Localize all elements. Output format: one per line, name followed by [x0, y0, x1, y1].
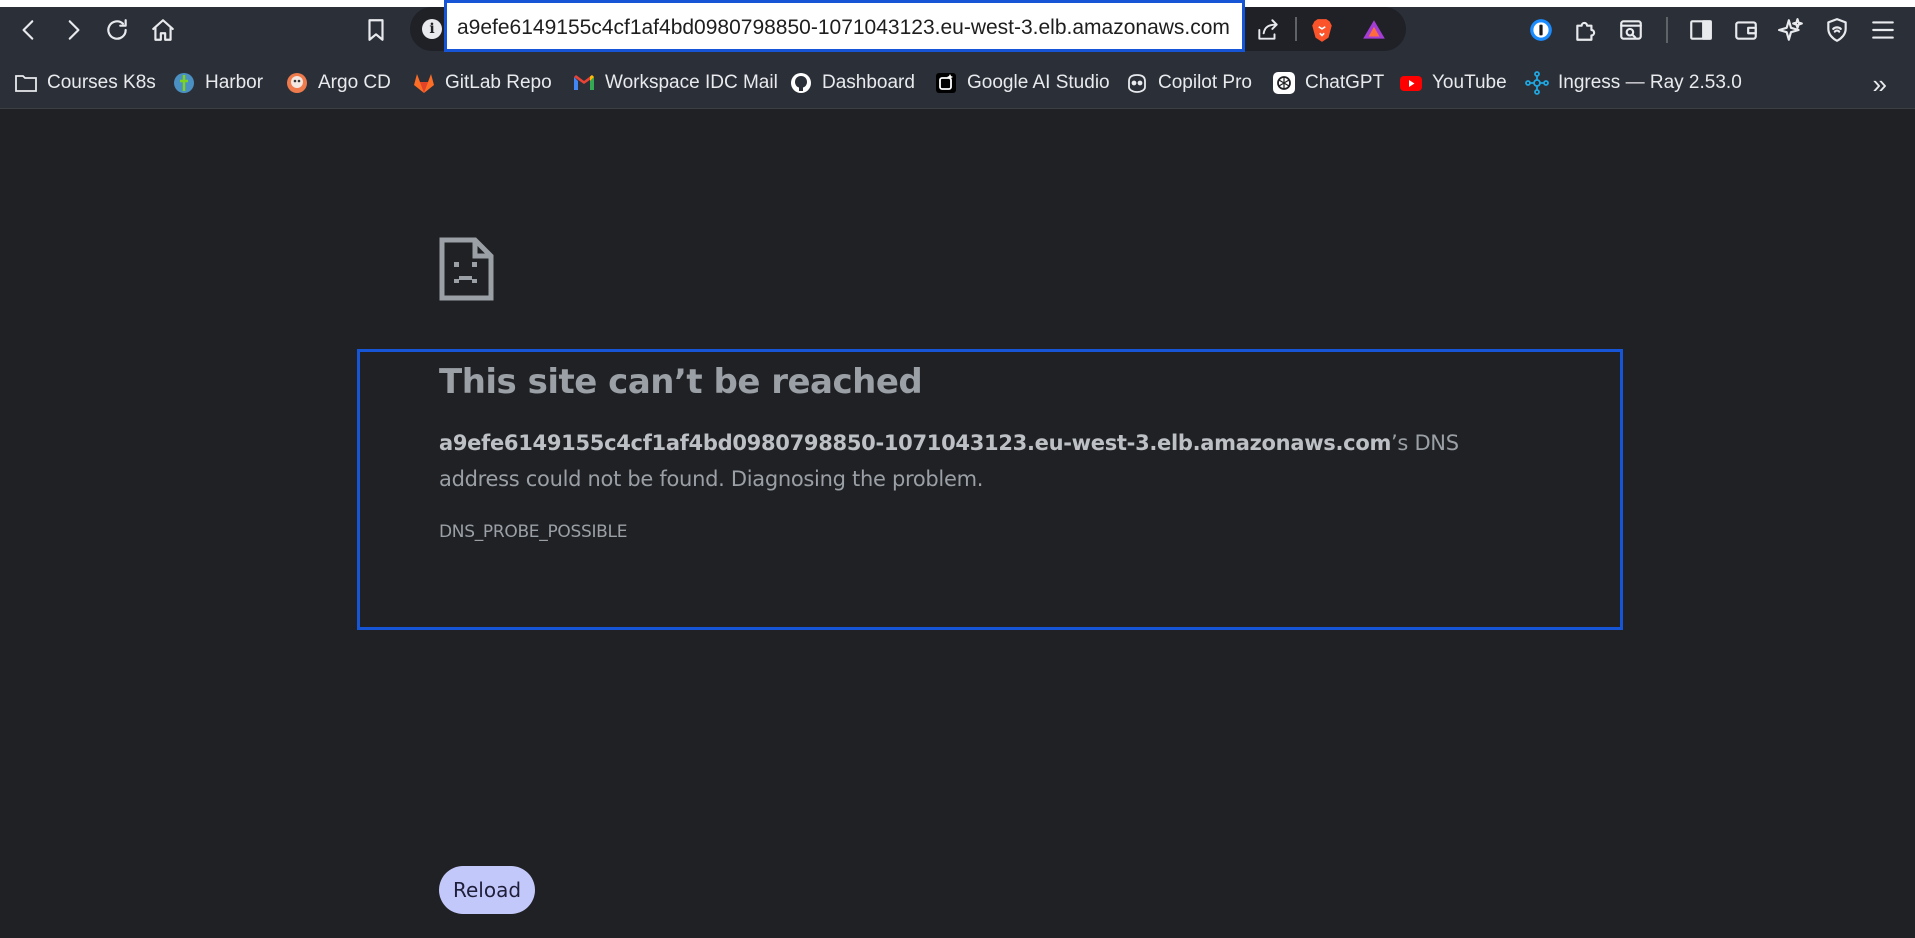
bookmark-label: Copilot Pro [1158, 72, 1252, 93]
back-button[interactable] [12, 13, 46, 47]
harbor-icon [172, 71, 196, 95]
bookmark-label: GitLab Repo [445, 72, 552, 93]
bookmark-dashboard[interactable]: Dashboard [789, 69, 915, 97]
vpn-button[interactable] [1820, 13, 1854, 47]
page-search-button[interactable] [1614, 13, 1648, 47]
bookmark-google-ai-studio[interactable]: Google AI Studio [934, 69, 1110, 97]
brave-rewards-button[interactable] [1359, 15, 1389, 45]
brave-lion-icon [1312, 19, 1332, 42]
chevron-left-icon [22, 20, 34, 40]
bookmark-label: Courses K8s [47, 72, 156, 93]
share-button[interactable] [1253, 15, 1283, 45]
bookmark-label: Ingress — Ray 2.53.0 [1558, 72, 1742, 93]
home-button[interactable] [146, 13, 180, 47]
copilot-icon [1125, 71, 1149, 95]
chatgpt-icon [1272, 71, 1296, 95]
youtube-icon [1399, 71, 1423, 95]
hamburger-menu-icon [1872, 21, 1894, 39]
error-host: a9efe6149155c4cf1af4bd0980798850-1071043… [439, 431, 1392, 455]
bookmark-copilot-pro[interactable]: Copilot Pro [1125, 69, 1252, 97]
sad-page-icon [439, 237, 494, 301]
bookmark-label: Google AI Studio [967, 72, 1110, 93]
bookmark-page-button[interactable] [359, 13, 393, 47]
bookmark-label: YouTube [1432, 72, 1507, 93]
bookmarks-overflow-button[interactable]: » [1873, 69, 1887, 100]
folder-icon [14, 71, 38, 95]
bookmark-courses-k8s[interactable]: Courses K8s [14, 69, 156, 97]
bookmark-chatgpt[interactable]: ChatGPT [1272, 69, 1384, 97]
search-window-icon [1620, 20, 1642, 40]
reload-toolbar-button[interactable] [100, 13, 134, 47]
bookmark-argo-cd[interactable]: Argo CD [285, 69, 391, 97]
error-code: DNS_PROBE_POSSIBLE [439, 522, 628, 542]
browser-toolbar: i a9efe6149155c4cf1af4bd0980798850-10710… [0, 0, 1915, 57]
bookmarks-bar: Courses K8s Harbor Argo CD GitLab Repo W… [0, 57, 1915, 109]
ray-icon [1525, 71, 1549, 95]
main-menu-button[interactable] [1866, 13, 1900, 47]
brave-shields-button[interactable] [1307, 15, 1337, 45]
ai-studio-icon [934, 71, 958, 95]
leo-ai-button[interactable] [1774, 13, 1808, 47]
sidebar-icon [1690, 20, 1712, 40]
url-highlight-box: a9efe6149155c4cf1af4bd0980798850-1071043… [444, 0, 1245, 52]
bookmark-label: Harbor [205, 72, 264, 93]
site-info-icon[interactable]: i [422, 19, 442, 39]
bookmark-icon [368, 19, 384, 41]
bookmark-label: ChatGPT [1305, 72, 1385, 93]
error-title: This site can’t be reached [439, 362, 923, 402]
reload-button[interactable]: Reload [439, 866, 535, 914]
brave-rewards-icon [1363, 20, 1385, 39]
gitlab-icon [412, 71, 436, 95]
toolbar-separator [1666, 17, 1668, 43]
bookmark-harbor[interactable]: Harbor [172, 69, 263, 97]
github-icon [789, 71, 813, 95]
puzzle-piece-icon [1576, 21, 1596, 41]
gmail-icon [572, 71, 596, 95]
home-icon [152, 19, 174, 41]
omnibox[interactable]: i a9efe6149155c4cf1af4bd0980798850-10710… [410, 0, 1406, 52]
bookmark-label: Argo CD [318, 72, 391, 93]
onepassword-icon [1530, 19, 1552, 41]
wallet-icon [1735, 21, 1757, 40]
bookmark-ingress-ray[interactable]: Ingress — Ray 2.53.0 [1525, 69, 1742, 97]
argocd-icon [285, 71, 309, 95]
bookmark-workspace-mail[interactable]: Workspace IDC Mail [572, 69, 778, 97]
omnibox-separator [1295, 17, 1297, 41]
wallet-button[interactable] [1729, 13, 1763, 47]
bookmark-label: Workspace IDC Mail [605, 72, 778, 93]
bookmark-gitlab-repo[interactable]: GitLab Repo [412, 69, 552, 97]
error-description: a9efe6149155c4cf1af4bd0980798850-1071043… [439, 425, 1489, 497]
forward-button[interactable] [56, 13, 90, 47]
share-icon [1258, 19, 1278, 40]
refresh-icon [107, 19, 127, 40]
chevron-right-icon [68, 20, 80, 40]
shield-wifi-icon [1827, 18, 1847, 42]
error-page: This site can’t be reached a9efe6149155c… [0, 109, 1915, 938]
password-manager-button[interactable] [1524, 13, 1558, 47]
sidebar-button[interactable] [1684, 13, 1718, 47]
sparkle-icon [1778, 18, 1803, 41]
bookmark-youtube[interactable]: YouTube [1399, 69, 1507, 97]
bookmark-label: Dashboard [822, 72, 915, 93]
extensions-button[interactable] [1569, 13, 1603, 47]
url-text[interactable]: a9efe6149155c4cf1af4bd0980798850-1071043… [457, 16, 1230, 40]
